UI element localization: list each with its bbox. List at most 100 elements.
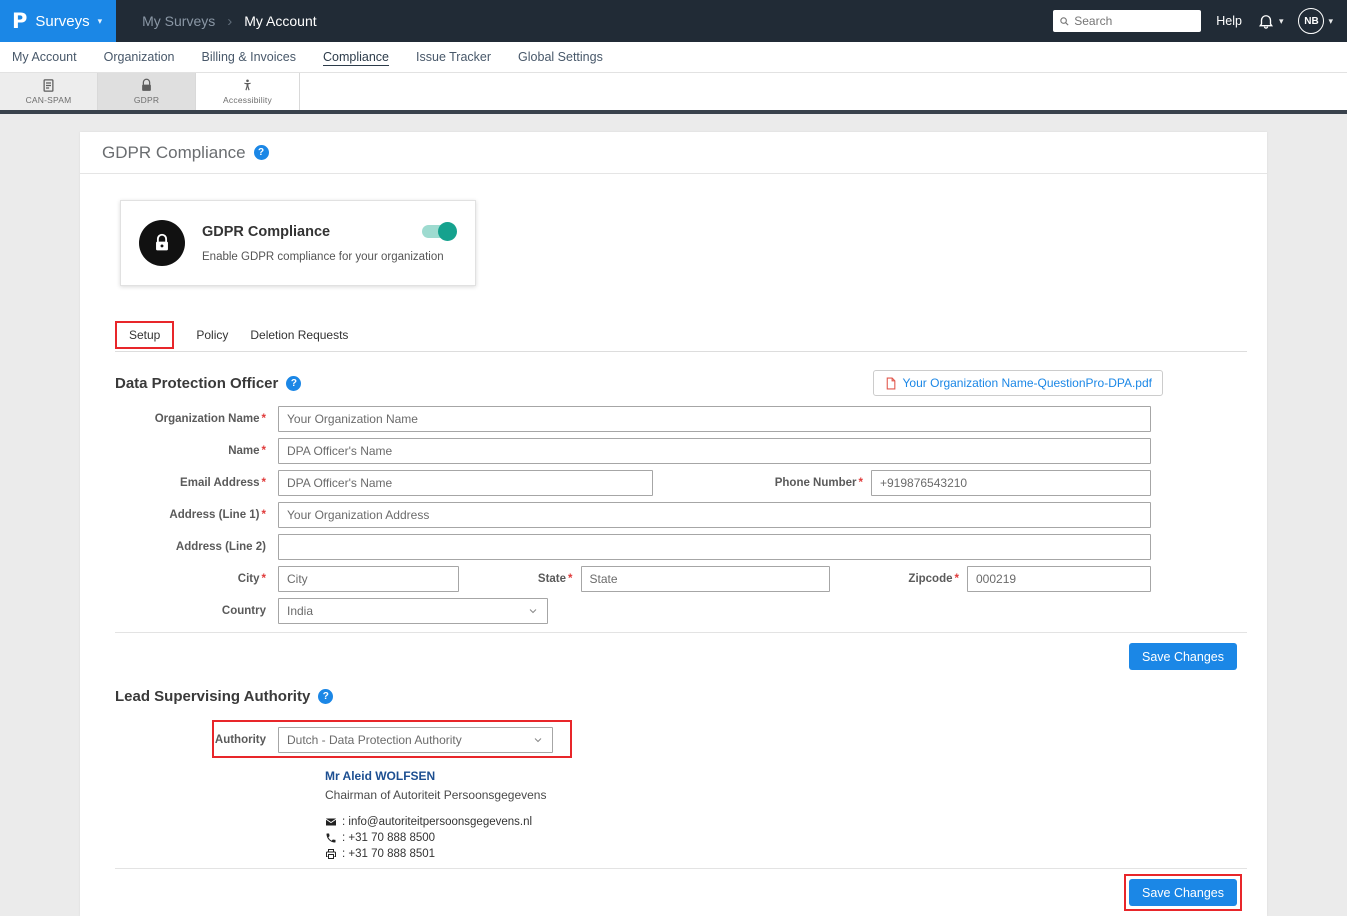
breadcrumb: My Surveys › My Account xyxy=(142,13,317,30)
nav-issue-tracker[interactable]: Issue Tracker xyxy=(416,50,491,64)
name-label: Name* xyxy=(115,445,278,457)
envelope-icon xyxy=(325,816,337,828)
help-icon[interactable]: ? xyxy=(254,145,269,160)
zipcode-input[interactable] xyxy=(967,566,1151,592)
nav-organization[interactable]: Organization xyxy=(104,50,175,64)
form-row-address1: Address (Line 1)* xyxy=(115,502,1163,528)
city-input[interactable] xyxy=(278,566,459,592)
form-row-email-phone: Email Address* Phone Number* xyxy=(115,470,1163,496)
organization-name-label: Organization Name* xyxy=(115,413,278,425)
gdpr-card-subtitle: Enable GDPR compliance for your organiza… xyxy=(202,251,444,263)
required-marker: * xyxy=(262,413,266,425)
breadcrumb-my-surveys[interactable]: My Surveys xyxy=(142,13,215,29)
section-divider xyxy=(115,868,1247,869)
phone-icon xyxy=(325,832,337,844)
fax-icon xyxy=(325,848,337,860)
required-marker: * xyxy=(859,477,863,489)
authority-label: Authority xyxy=(115,734,278,746)
nav-global-settings[interactable]: Global Settings xyxy=(518,50,603,64)
gdpr-toggle-card: GDPR Compliance Enable GDPR compliance f… xyxy=(120,200,476,286)
zipcode-label: Zipcode* xyxy=(908,573,959,585)
questionpro-logo-icon: P xyxy=(12,9,27,33)
phone-input[interactable] xyxy=(871,470,1151,496)
form-row-city-state-zip: City* State* Zipcode* xyxy=(115,566,1163,592)
contact-email: : info@autoriteitpersoonsgegevens.nl xyxy=(342,816,532,828)
help-icon[interactable]: ? xyxy=(318,689,333,704)
search-input[interactable] xyxy=(1074,14,1195,28)
required-marker: * xyxy=(262,477,266,489)
form-row-address2: Address (Line 2) xyxy=(115,534,1163,560)
dpa-pdf-button[interactable]: Your Organization Name-QuestionPro-DPA.p… xyxy=(873,370,1163,396)
dpo-form: Organization Name* Name* Email Address* … xyxy=(115,406,1163,624)
lsa-section-header: Lead Supervising Authority ? xyxy=(115,688,1247,705)
tab-policy[interactable]: Policy xyxy=(196,328,228,342)
lsa-section-title: Lead Supervising Authority xyxy=(115,688,310,705)
dpa-name-input[interactable] xyxy=(278,438,1151,464)
city-label: City* xyxy=(115,573,278,585)
organization-name-input[interactable] xyxy=(278,406,1151,432)
form-row-authority: Authority Dutch - Data Protection Author… xyxy=(115,727,1163,753)
gdpr-toggle[interactable] xyxy=(422,225,455,238)
required-marker: * xyxy=(262,573,266,585)
help-link[interactable]: Help xyxy=(1216,14,1242,28)
account-nav: My Account Organization Billing & Invoic… xyxy=(0,42,1347,73)
dpa-pdf-label: Your Organization Name-QuestionPro-DPA.p… xyxy=(903,376,1152,390)
product-switcher[interactable]: P Surveys ▾ xyxy=(0,0,116,42)
required-marker: * xyxy=(568,573,572,585)
contact-phone-line: : +31 70 888 8500 xyxy=(325,832,1163,844)
chevron-down-icon: ▾ xyxy=(1279,16,1284,27)
nav-compliance[interactable]: Compliance xyxy=(323,50,389,64)
address1-label: Address (Line 1)* xyxy=(115,509,278,521)
chevron-down-icon xyxy=(532,734,544,746)
pdf-file-icon xyxy=(884,377,897,390)
page-header: GDPR Compliance ? xyxy=(80,132,1267,174)
main-content: GDPR Compliance ? GDPR Compliance Enable… xyxy=(0,114,1347,916)
nav-my-account[interactable]: My Account xyxy=(12,50,77,64)
gdpr-card-text: GDPR Compliance Enable GDPR compliance f… xyxy=(202,220,444,266)
authority-select[interactable]: Dutch - Data Protection Authority xyxy=(278,727,553,753)
search-box[interactable] xyxy=(1053,10,1201,32)
tab-label: Accessibility xyxy=(223,95,272,105)
required-marker: * xyxy=(955,573,959,585)
tab-gdpr[interactable]: GDPR xyxy=(98,73,196,110)
help-icon[interactable]: ? xyxy=(286,376,301,391)
tab-deletion-requests[interactable]: Deletion Requests xyxy=(250,328,348,342)
state-label: State* xyxy=(538,573,573,585)
topbar-actions: Help ▾ NB ▾ xyxy=(1053,8,1347,34)
tab-setup[interactable]: Setup xyxy=(115,321,174,349)
save-changes-button[interactable]: Save Changes xyxy=(1129,879,1237,906)
account-menu[interactable]: NB ▾ xyxy=(1298,8,1333,34)
email-input[interactable] xyxy=(278,470,653,496)
document-icon xyxy=(41,78,56,93)
required-marker: * xyxy=(262,445,266,457)
country-select[interactable]: India xyxy=(278,598,548,624)
address-line2-input[interactable] xyxy=(278,534,1151,560)
country-label: Country xyxy=(115,605,278,617)
tab-accessibility[interactable]: Accessibility xyxy=(196,73,300,110)
contact-phone: : +31 70 888 8500 xyxy=(342,832,435,844)
contact-name: Mr Aleid WOLFSEN xyxy=(325,769,1163,783)
chevron-down-icon: ▾ xyxy=(98,16,103,27)
lock-badge xyxy=(139,220,185,266)
compliance-tab-strip: CAN-SPAM GDPR Accessibility xyxy=(0,73,1347,114)
state-group: State* xyxy=(538,566,830,592)
nav-billing-invoices[interactable]: Billing & Invoices xyxy=(202,50,297,64)
product-name: Surveys xyxy=(35,13,89,30)
top-bar: P Surveys ▾ My Surveys › My Account Help… xyxy=(0,0,1347,42)
tab-can-spam[interactable]: CAN-SPAM xyxy=(0,73,98,110)
notifications-menu[interactable]: ▾ xyxy=(1257,12,1284,30)
chevron-down-icon xyxy=(527,605,539,617)
contact-role: Chairman of Autoriteit Persoonsgegevens xyxy=(325,788,1163,802)
phone-group: Phone Number* xyxy=(775,470,1151,496)
page-title: GDPR Compliance xyxy=(102,143,246,163)
dpo-save-row: Save Changes xyxy=(80,643,1237,670)
address-line1-input[interactable] xyxy=(278,502,1151,528)
phone-label: Phone Number* xyxy=(775,477,863,489)
state-input[interactable] xyxy=(581,566,830,592)
tab-label: CAN-SPAM xyxy=(26,95,72,105)
contact-fax: : +31 70 888 8501 xyxy=(342,848,435,860)
save-changes-button[interactable]: Save Changes xyxy=(1129,643,1237,670)
breadcrumb-separator-icon: › xyxy=(227,13,232,30)
lsa-form: Authority Dutch - Data Protection Author… xyxy=(115,727,1163,860)
annotation-box-save: Save Changes xyxy=(1124,874,1242,911)
